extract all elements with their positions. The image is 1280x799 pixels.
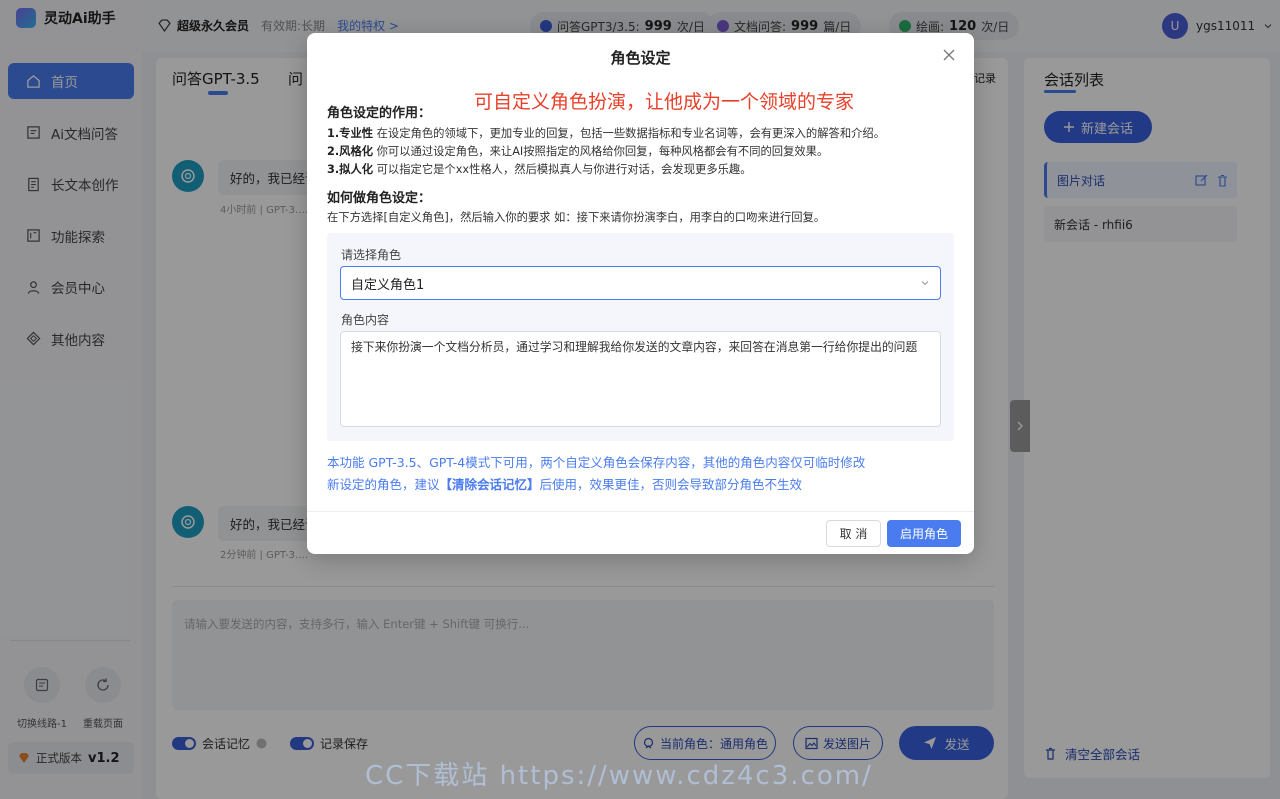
watermark: CC下载站 https://www.cdz4c3.com/ bbox=[365, 761, 873, 791]
chevron-down-icon bbox=[920, 278, 930, 288]
role-select-value: 自定义角色1 bbox=[351, 277, 425, 293]
role-content-label: 角色内容 bbox=[341, 313, 390, 327]
role-form: 请选择角色 自定义角色1 角色内容 接下来你扮演一个文档分析员，通过学习和理解我… bbox=[327, 233, 954, 441]
howto-text: 在下方选择[自定义角色]，然后输入你的要求 如：接下来请你扮演李白，用李白的口吻… bbox=[327, 211, 826, 224]
cancel-button[interactable]: 取 消 bbox=[826, 520, 881, 547]
select-role-label: 请选择角色 bbox=[341, 248, 402, 262]
point-style: 2.风格化 你可以通过设定角色，来让AI按照指定的风格给你回复，每种风格都会有不… bbox=[327, 145, 829, 158]
role-settings-dialog: 角色设定 可自定义角色扮演，让他成为一个领域的专家 角色设定的作用： 1.专业性… bbox=[307, 33, 974, 554]
close-icon[interactable] bbox=[943, 49, 955, 61]
point-personify: 3.拟人化 可以指定它是个xx性格人，然后模拟真人与你进行对话，会发现更多乐趣。 bbox=[327, 163, 752, 176]
dialog-title: 角色设定 bbox=[610, 49, 671, 67]
role-select[interactable]: 自定义角色1 bbox=[340, 266, 941, 300]
enable-role-button[interactable]: 启用角色 bbox=[887, 520, 961, 547]
annotation-text: 可自定义角色扮演，让他成为一个领域的专家 bbox=[474, 91, 855, 113]
point-professional: 1.专业性 在设定角色的领域下，更加专业的回复，包括一些数据指标和专业名词等，会… bbox=[327, 127, 886, 140]
clear-memory-note: 新设定的角色，建议【清除会话记忆】后使用，效果更佳，否则会导致部分角色不生效 bbox=[327, 477, 803, 492]
section-purpose-title: 角色设定的作用： bbox=[327, 106, 432, 121]
dialog-footer-divider bbox=[307, 511, 974, 512]
feature-note: 本功能 GPT-3.5、GPT-4模式下可用，两个自定义角色会保存内容，其他的角… bbox=[327, 455, 866, 470]
role-content-textarea[interactable]: 接下来你扮演一个文档分析员，通过学习和理解我给你发送的文章内容，来回答在消息第一… bbox=[340, 331, 941, 427]
section-howto-title: 如何做角色设定： bbox=[327, 191, 432, 206]
